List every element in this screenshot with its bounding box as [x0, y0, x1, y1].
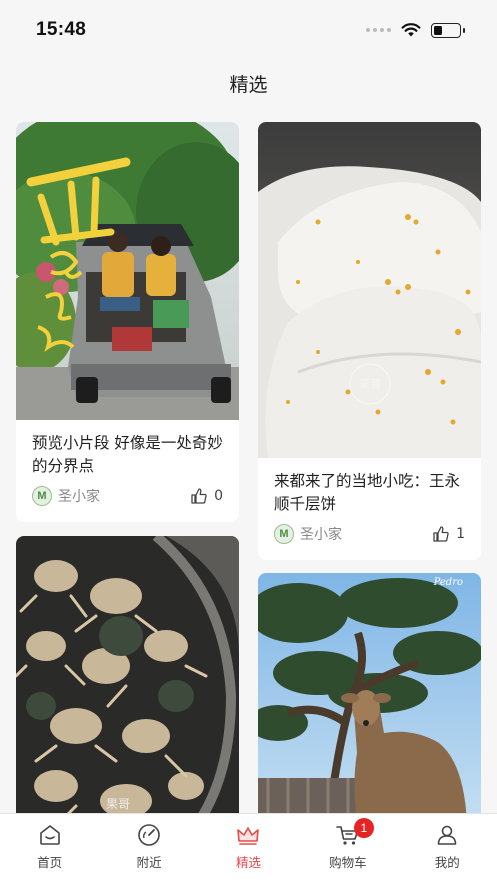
like-button[interactable]: 1 — [432, 525, 465, 543]
tab-nearby[interactable]: 附近 — [109, 822, 189, 871]
bottom-tab-bar: 首页 附近 精选 1 购物车 我的 — [0, 813, 497, 883]
author-name: 圣小家 — [58, 489, 100, 505]
crabs-basket-photo: 果哥 — [16, 536, 239, 826]
tab-featured[interactable]: 精选 — [208, 822, 288, 871]
wifi-icon — [401, 23, 421, 37]
feed-card-meta: M 圣小家 1 — [274, 524, 465, 544]
feed-card[interactable]: 果哥 来都来了的当地小吃：王永顺千层饼 M 圣小家 1 — [258, 122, 481, 560]
deer-tree-photo: Pedro — [258, 573, 481, 826]
status-time: 15:48 — [36, 19, 87, 40]
tab-profile[interactable]: 我的 — [407, 822, 487, 871]
cart-badge: 1 — [353, 818, 374, 838]
like-count: 1 — [456, 526, 465, 542]
status-icons — [366, 22, 465, 38]
battery-icon — [431, 22, 465, 38]
svg-text:Pedro: Pedro — [433, 577, 463, 588]
author[interactable]: M 圣小家 — [274, 524, 342, 544]
svg-text:果哥: 果哥 — [359, 378, 381, 391]
feed-card[interactable]: 果哥 — [16, 536, 239, 826]
status-bar: 15:48 — [0, 0, 497, 60]
tab-cart[interactable]: 1 购物车 — [308, 818, 388, 871]
feed-card-title: 来都来了的当地小吃：王永顺千层饼 — [274, 472, 461, 513]
feed-card-title: 预览小片段 好像是一处奇妙的分界点 — [32, 434, 223, 475]
couple-car-trunk-photo — [16, 122, 239, 420]
svg-text:果哥: 果哥 — [106, 797, 130, 811]
tab-label: 我的 — [434, 855, 460, 870]
thumbs-up-icon — [191, 488, 207, 504]
tab-home[interactable]: 首页 — [10, 822, 90, 871]
like-count: 0 — [214, 488, 223, 504]
author-name: 圣小家 — [300, 527, 342, 543]
avatar: M — [274, 524, 294, 544]
author[interactable]: M 圣小家 — [32, 486, 100, 506]
tab-label: 附近 — [136, 855, 162, 870]
tab-label: 购物车 — [329, 855, 367, 870]
feed-card[interactable]: 预览小片段 好像是一处奇妙的分界点 M 圣小家 0 — [16, 122, 239, 522]
like-button[interactable]: 0 — [190, 487, 223, 505]
crown-icon — [237, 827, 260, 845]
thumbs-up-icon — [433, 526, 449, 542]
user-icon — [437, 825, 457, 845]
avatar: M — [32, 486, 52, 506]
osmanthus-rice-cake-photo: 果哥 — [258, 122, 481, 458]
tab-label: 精选 — [235, 855, 261, 870]
compass-icon — [138, 824, 160, 846]
signal-dots-icon — [366, 28, 391, 32]
feed-card-meta: M 圣小家 0 — [32, 486, 223, 506]
tab-label: 首页 — [37, 855, 63, 870]
feed-card[interactable]: Pedro — [258, 573, 481, 826]
page-title: 精选 — [229, 74, 268, 96]
home-icon — [39, 825, 60, 845]
